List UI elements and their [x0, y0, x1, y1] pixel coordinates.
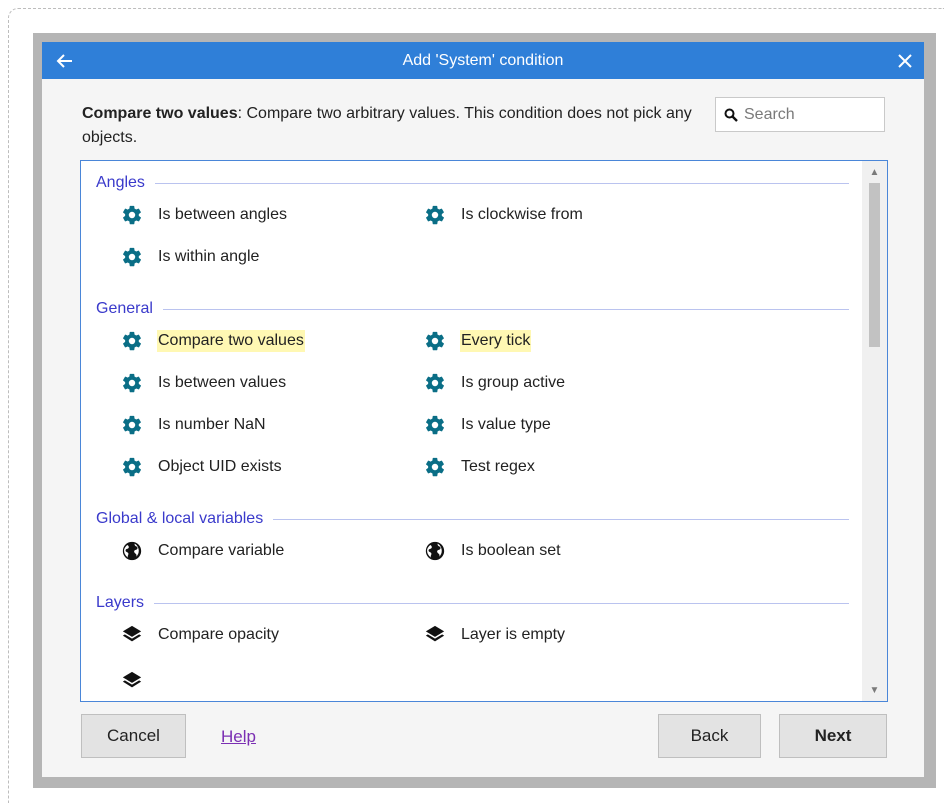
condition-item[interactable]: Compare two values: [121, 327, 305, 355]
gear-icon: [424, 372, 446, 394]
gear-icon: [424, 414, 446, 436]
section-title: General: [96, 300, 153, 317]
gear-icon: [121, 414, 143, 436]
search-icon: [724, 108, 738, 122]
condition-item[interactable]: Compare opacity: [121, 621, 280, 649]
gear-icon: [424, 204, 446, 226]
condition-item[interactable]: Is group active: [424, 369, 566, 397]
back-button[interactable]: Back: [658, 714, 761, 758]
condition-item[interactable]: Is within angle: [121, 243, 260, 271]
titlebar: Add 'System' condition: [42, 42, 924, 79]
condition-item[interactable]: Is number NaN: [121, 411, 267, 439]
section-header: Angles: [96, 171, 849, 195]
add-condition-dialog: Add 'System' condition Compare two value…: [42, 42, 924, 777]
section-header: Layers: [96, 591, 849, 615]
condition-item-label: Compare two values: [157, 330, 305, 352]
condition-item-label: Is group active: [461, 374, 566, 391]
condition-item-label: Every tick: [460, 330, 532, 352]
scroll-up-icon[interactable]: ▲: [862, 163, 887, 181]
condition-item[interactable]: Is between angles: [121, 201, 288, 229]
gear-icon: [121, 246, 143, 268]
scroll-down-icon[interactable]: ▼: [862, 681, 887, 699]
condition-description: Compare two values: Compare two arbitrar…: [82, 102, 692, 150]
condition-item[interactable]: Is clockwise from: [424, 201, 584, 229]
gear-icon: [424, 456, 446, 478]
gear-icon: [121, 456, 143, 478]
condition-item-label: Is value type: [461, 416, 551, 433]
next-button[interactable]: Next: [779, 714, 887, 758]
condition-item-label: Is number NaN: [158, 416, 266, 433]
section-header: Global & local variables: [96, 507, 849, 531]
help-link[interactable]: Help: [221, 727, 256, 747]
gear-icon: [121, 204, 143, 226]
condition-item-label: Test regex: [461, 458, 535, 475]
condition-item-label: Layer is empty: [461, 626, 566, 643]
section-divider: [273, 518, 849, 520]
condition-item-label: Compare variable: [158, 542, 285, 559]
condition-item-label: Is boolean set: [461, 542, 561, 559]
layers-icon: [121, 624, 143, 646]
scroll-thumb[interactable]: [869, 183, 880, 347]
condition-item[interactable]: Is value type: [424, 411, 552, 439]
layers-icon: [121, 670, 143, 692]
globe-icon: [121, 540, 143, 562]
section-divider: [154, 602, 849, 604]
partial-condition-item[interactable]: [121, 667, 143, 695]
globe-icon: [424, 540, 446, 562]
section-header: General: [96, 297, 849, 321]
section-divider: [162, 308, 849, 310]
gear-icon: [424, 330, 446, 352]
section-title: Layers: [96, 594, 145, 611]
condition-item-label: Is clockwise from: [461, 206, 583, 223]
condition-item-label: Object UID exists: [158, 458, 282, 475]
close-icon[interactable]: [890, 42, 920, 79]
search-placeholder: Search: [744, 105, 795, 123]
condition-item[interactable]: Object UID exists: [121, 453, 283, 481]
condition-list-content: Angles Is between angles Is clockwise from…: [81, 161, 861, 701]
condition-item[interactable]: Is boolean set: [424, 537, 562, 565]
section-title: Global & local variables: [96, 510, 264, 527]
section-divider: [154, 182, 849, 184]
condition-list[interactable]: Angles Is between angles Is clockwise from…: [80, 160, 888, 702]
condition-item[interactable]: Test regex: [424, 453, 536, 481]
condition-item[interactable]: Compare variable: [121, 537, 285, 565]
condition-item[interactable]: Layer is empty: [424, 621, 566, 649]
gear-icon: [121, 330, 143, 352]
condition-item-label: Compare opacity: [158, 626, 279, 643]
condition-item[interactable]: Is between values: [121, 369, 287, 397]
condition-item-label: Is between values: [158, 374, 287, 391]
section-title: Angles: [96, 174, 145, 191]
gear-icon: [121, 372, 143, 394]
cancel-button[interactable]: Cancel: [81, 714, 186, 758]
condition-item-label: Is within angle: [158, 248, 260, 265]
condition-item[interactable]: Every tick: [424, 327, 532, 355]
dialog-title: Add 'System' condition: [402, 52, 564, 69]
condition-item-label: Is between angles: [158, 206, 287, 223]
condition-name: Compare two values: [82, 105, 238, 122]
search-input[interactable]: Search: [715, 97, 885, 132]
vertical-scrollbar[interactable]: ▲ ▼: [862, 161, 887, 701]
layers-icon: [424, 624, 446, 646]
